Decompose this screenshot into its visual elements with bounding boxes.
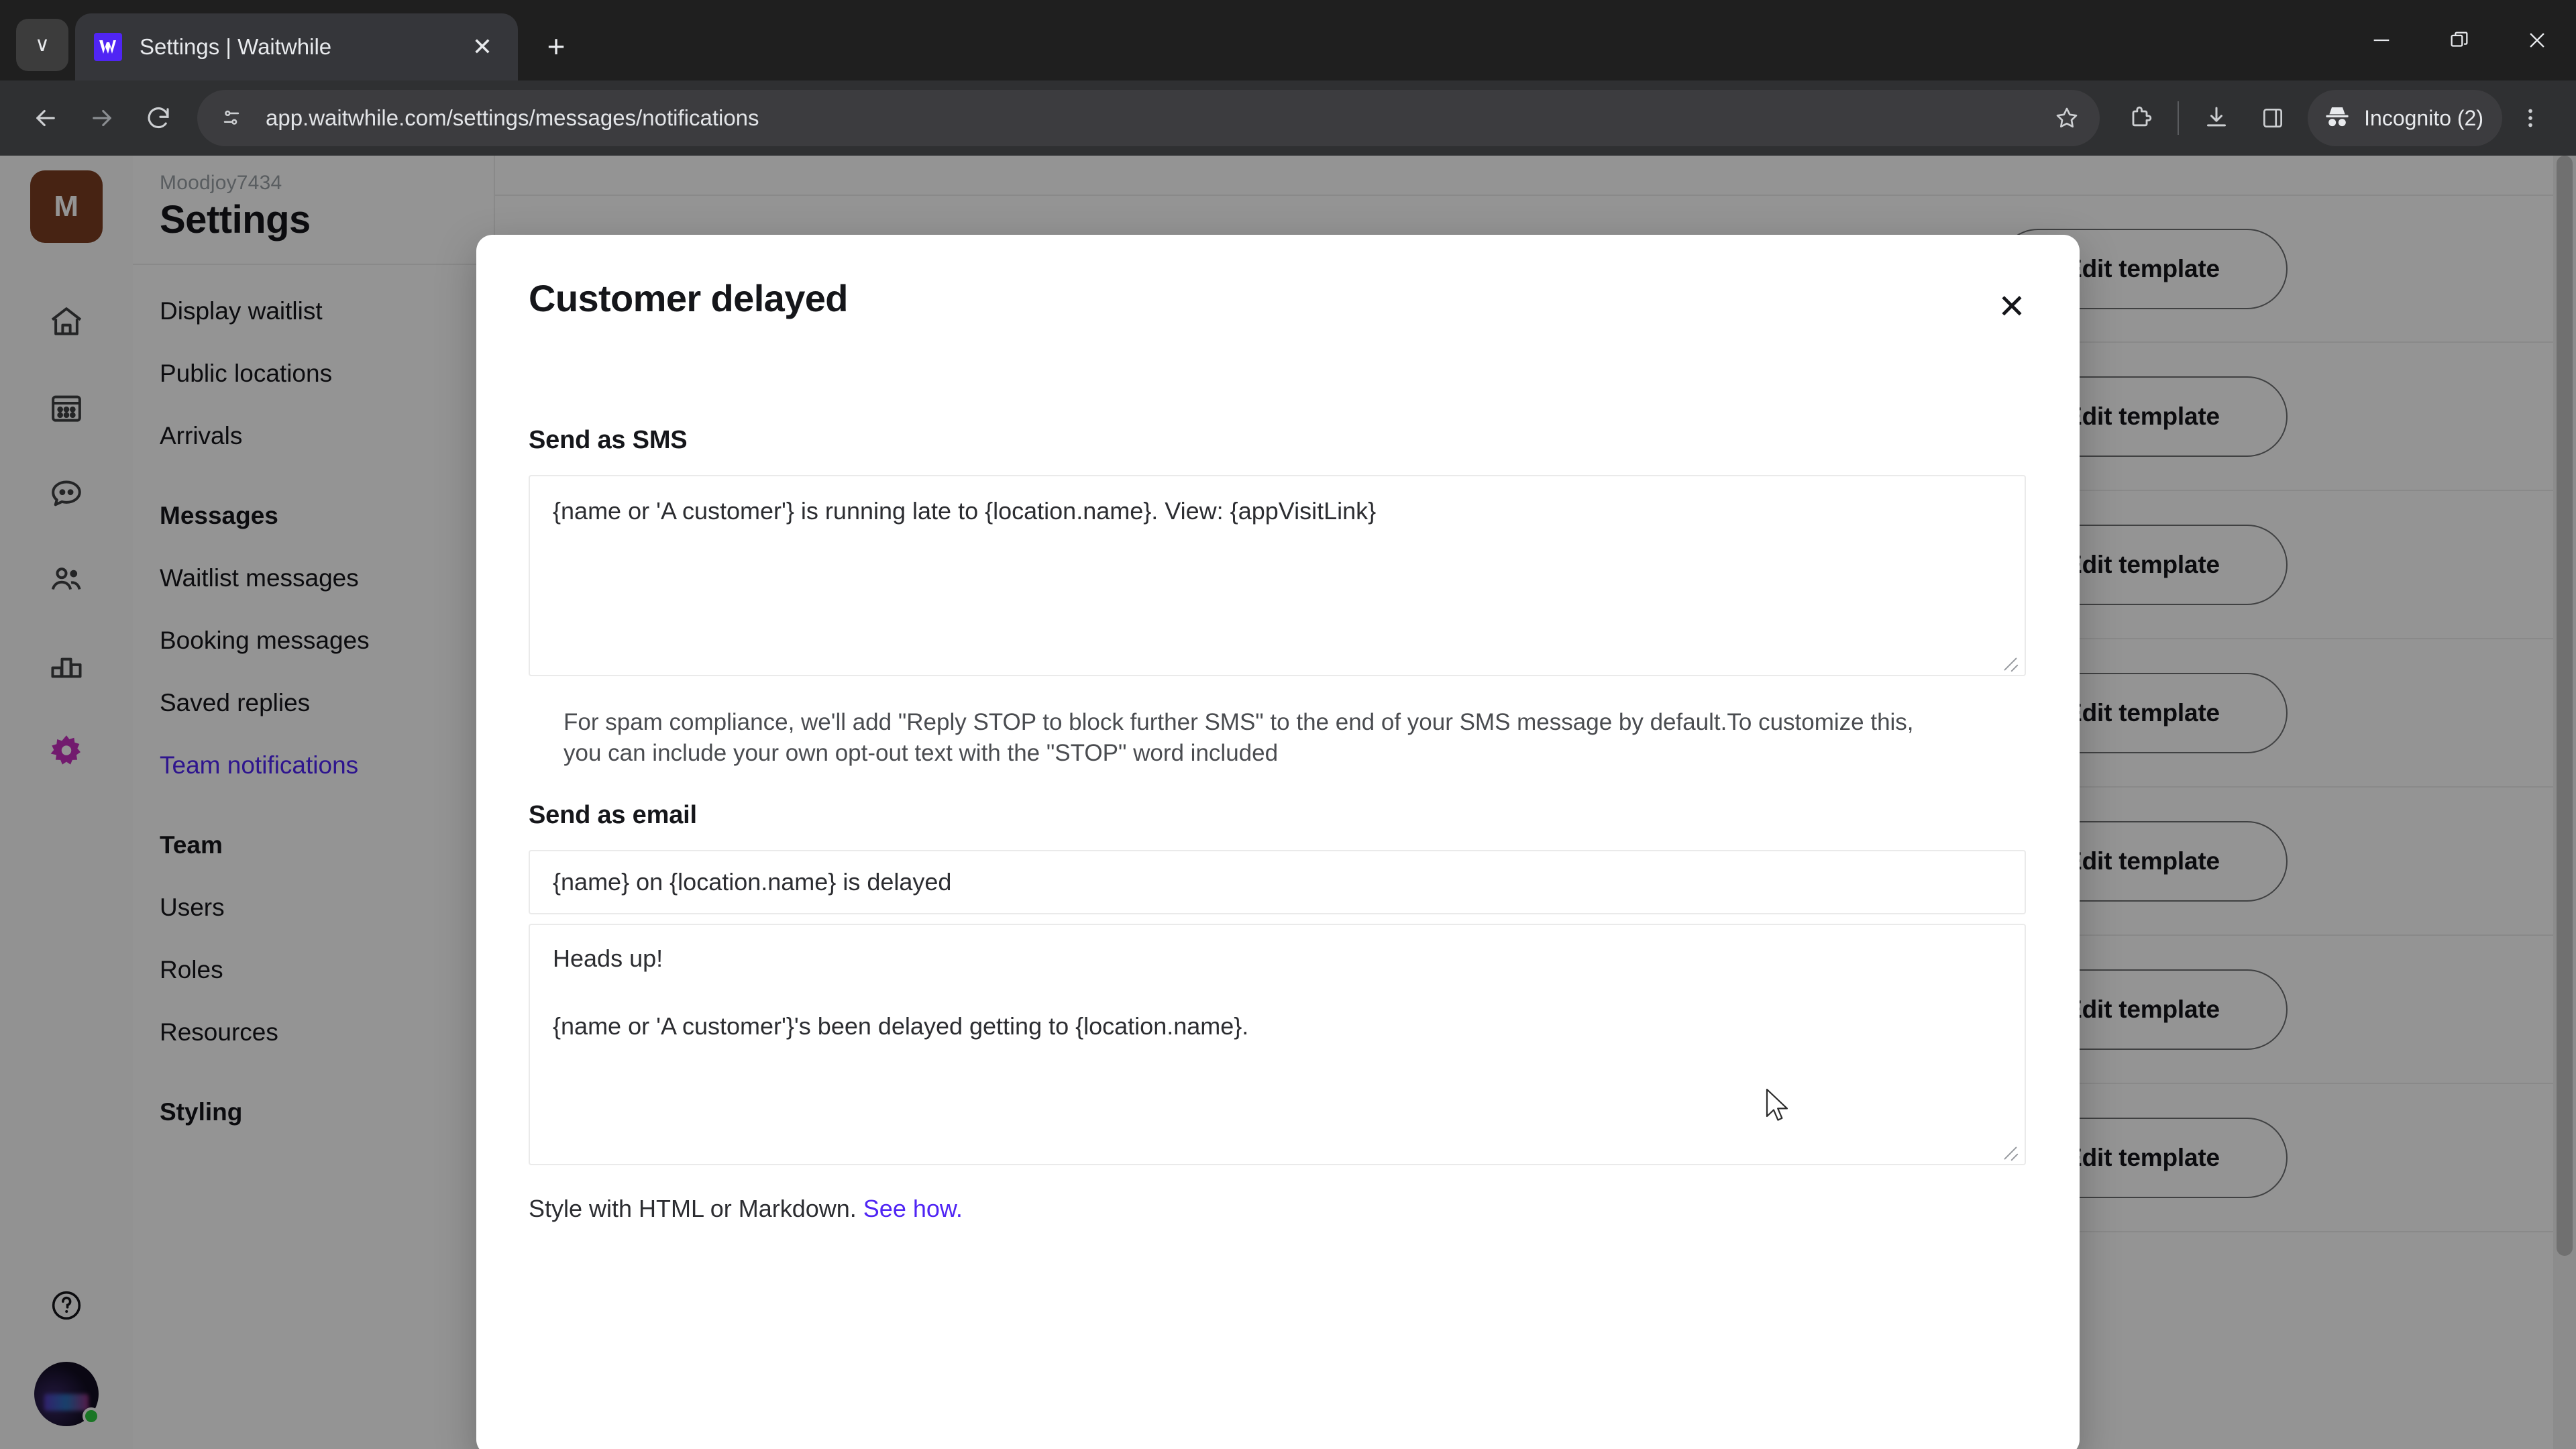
tab-strip: ∨ Settings | Waitwhile ✕ +	[0, 0, 2576, 80]
site-settings-icon[interactable]	[212, 99, 251, 138]
waitwhile-favicon-icon	[94, 33, 122, 61]
tab-search-chevron-down-icon[interactable]: ∨	[16, 19, 68, 71]
tab-close-icon[interactable]: ✕	[464, 29, 500, 65]
address-bar[interactable]: app.waitwhile.com/settings/messages/noti…	[197, 90, 2100, 146]
email-body-line-2: {name or 'A customer'}'s been delayed ge…	[553, 1012, 1249, 1040]
forward-arrow-icon[interactable]	[74, 90, 130, 146]
incognito-icon	[2322, 103, 2352, 133]
sms-message-textarea[interactable]: {name or 'A customer'} is running late t…	[529, 475, 2026, 676]
email-body-line-1: Heads up!	[553, 945, 663, 973]
email-subject-input[interactable]: {name} on {location.name} is delayed	[529, 850, 2026, 915]
send-as-sms-label: Send as SMS	[529, 426, 688, 454]
star-icon[interactable]	[2043, 95, 2090, 142]
send-as-email-label: Send as email	[529, 801, 697, 830]
style-note-text: Style with HTML or Markdown.	[529, 1195, 863, 1223]
tab-title: Settings | Waitwhile	[140, 34, 332, 59]
extensions-icon[interactable]	[2112, 90, 2168, 146]
customer-delayed-modal: Customer delayed ✕ Send as SMS {name or …	[476, 235, 2080, 1449]
close-icon[interactable]: ✕	[1988, 283, 2035, 330]
resize-handle-icon[interactable]	[2000, 1141, 2019, 1160]
resize-handle-icon[interactable]	[2000, 652, 2019, 671]
email-subject-value: {name} on {location.name} is delayed	[553, 868, 952, 896]
close-icon[interactable]	[2498, 0, 2576, 80]
download-icon[interactable]	[2188, 90, 2245, 146]
incognito-label: Incognito (2)	[2364, 105, 2483, 130]
browser-tab[interactable]: Settings | Waitwhile ✕	[75, 13, 518, 80]
reload-icon[interactable]	[130, 90, 186, 146]
minimize-icon[interactable]	[2343, 0, 2420, 80]
window-controls	[2343, 0, 2576, 80]
restore-icon[interactable]	[2420, 0, 2498, 80]
style-note: Style with HTML or Markdown. See how.	[529, 1195, 2027, 1223]
modal-title: Customer delayed	[529, 277, 848, 319]
sms-message-value: {name or 'A customer'} is running late t…	[553, 497, 1377, 525]
browser-toolbar: app.waitwhile.com/settings/messages/noti…	[0, 80, 2576, 156]
email-body-textarea[interactable]: Heads up! {name or 'A customer'}'s been …	[529, 924, 2026, 1166]
new-tab-button[interactable]: +	[531, 21, 581, 71]
browser-window: ∨ Settings | Waitwhile ✕ + app.waitwhile…	[0, 0, 2576, 1449]
side-panel-icon[interactable]	[2245, 90, 2301, 146]
sms-compliance-helper-text: For spam compliance, we'll add "Reply ST…	[564, 709, 1914, 767]
three-dot-menu-icon[interactable]	[2502, 90, 2559, 146]
toolbar-divider	[2178, 101, 2180, 135]
see-how-link[interactable]: See how.	[863, 1195, 963, 1222]
url-text[interactable]: app.waitwhile.com/settings/messages/noti…	[266, 105, 2043, 131]
page-viewport: M Moodjoy7434 Settings Display waitlist …	[0, 156, 2576, 1449]
incognito-profile-button[interactable]: Incognito (2)	[2308, 90, 2502, 146]
back-arrow-icon[interactable]	[17, 90, 74, 146]
